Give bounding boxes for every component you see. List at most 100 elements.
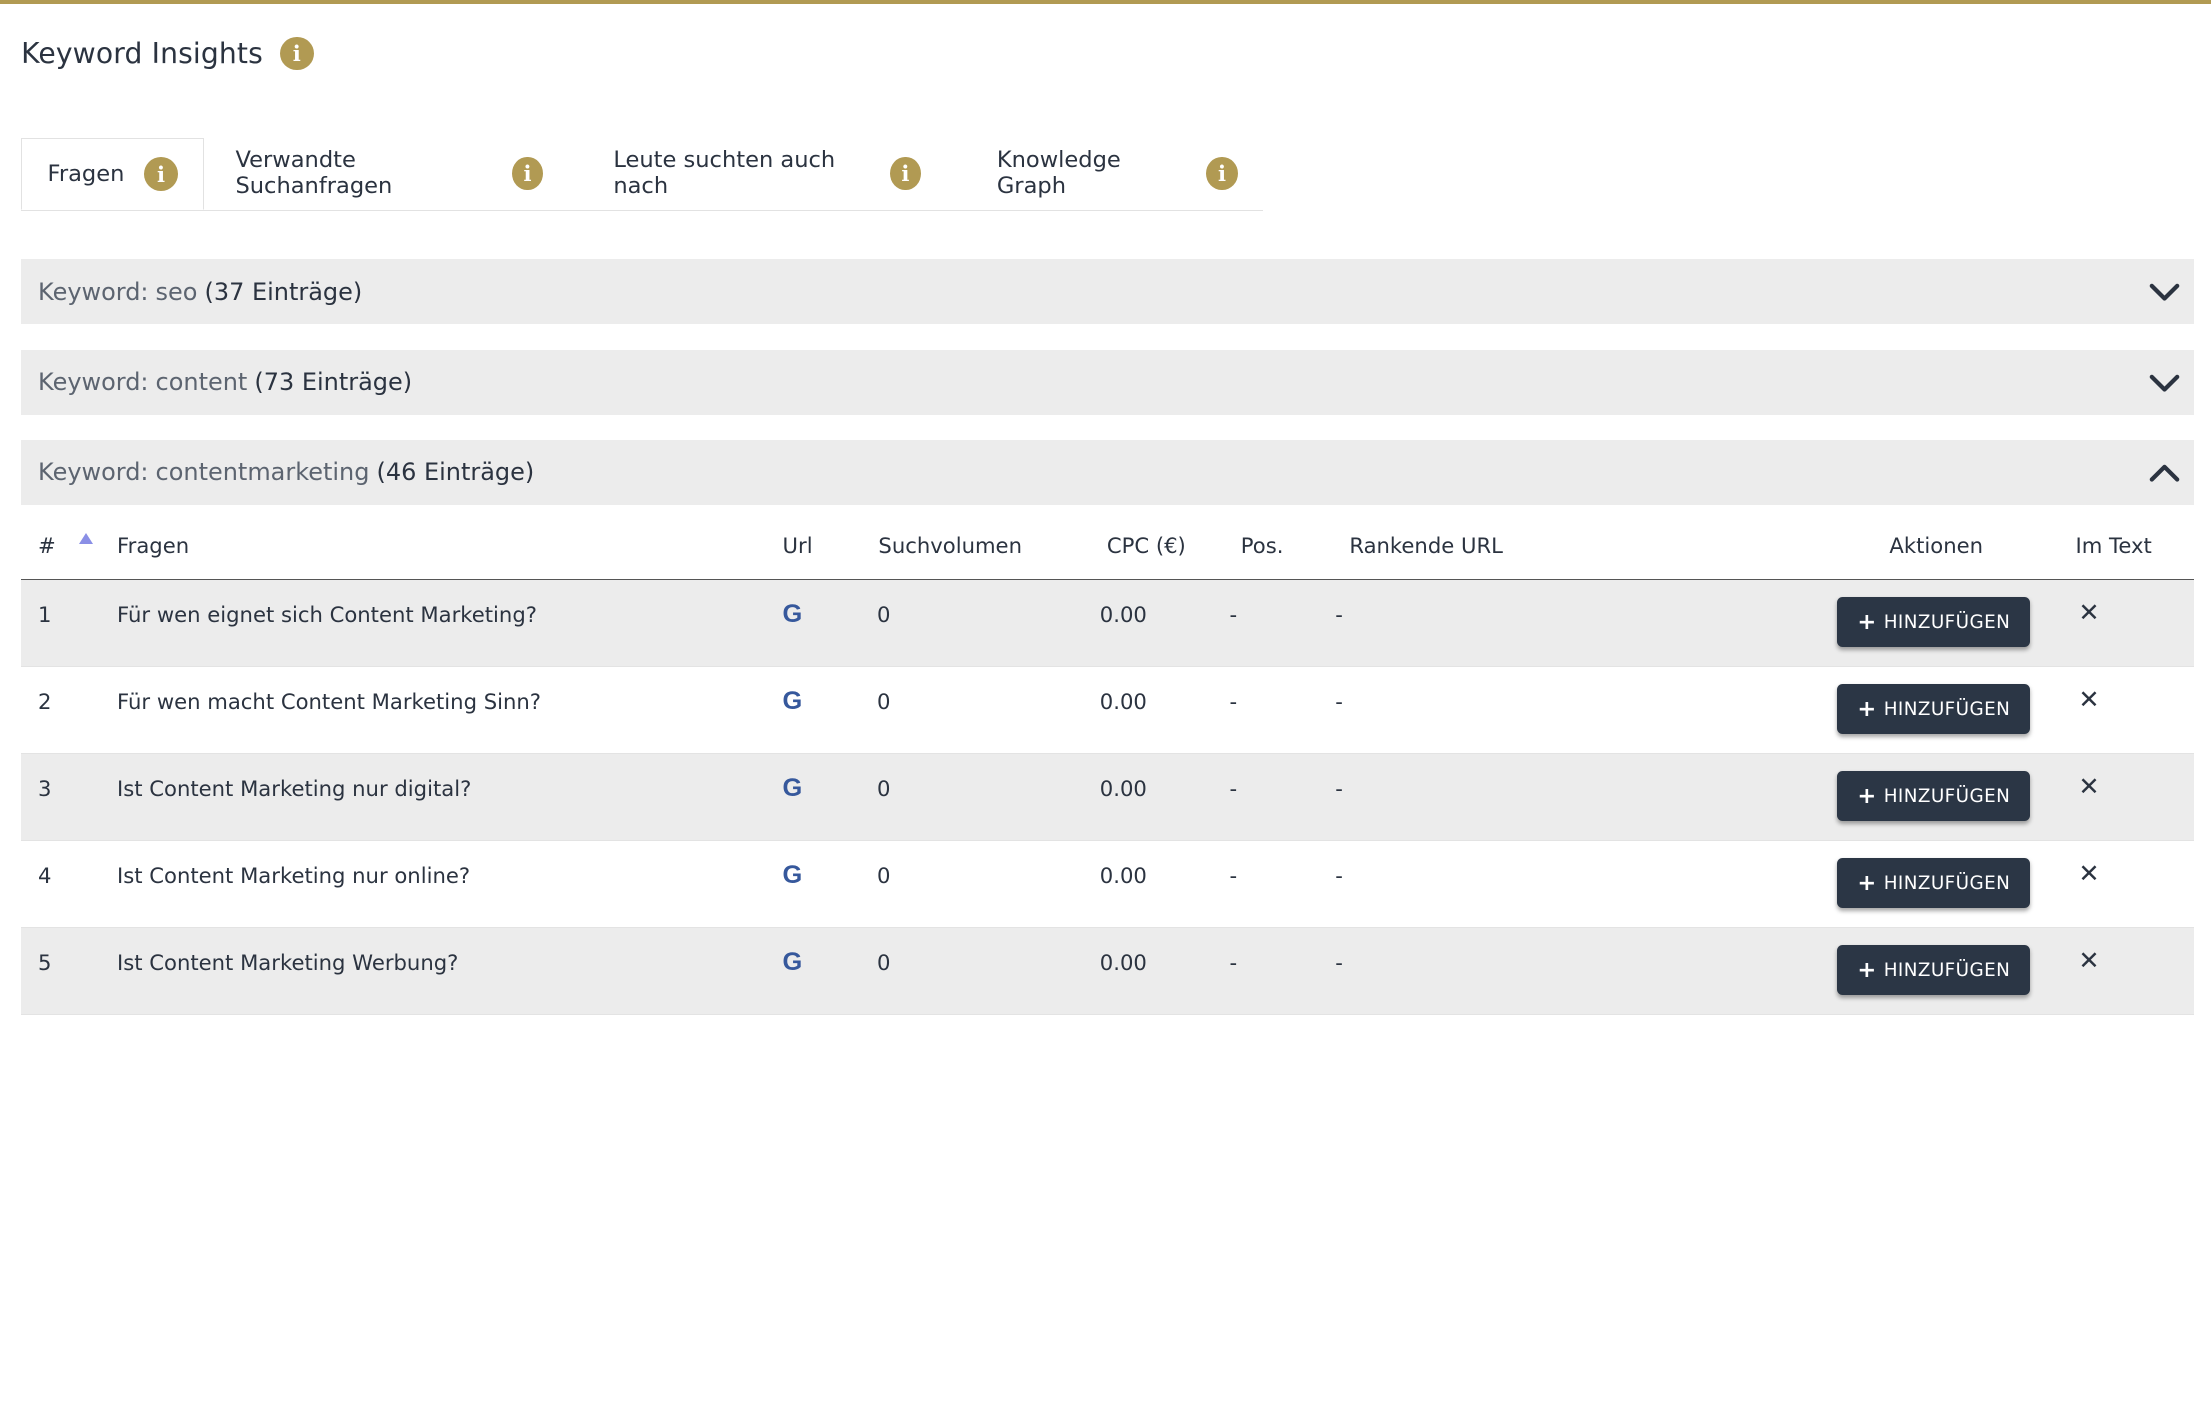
row-question: Ist Content Marketing Werbung? [117, 949, 459, 975]
keyword-count: (73 Einträge) [254, 368, 413, 397]
close-icon[interactable]: ✕ [2078, 858, 2099, 888]
close-icon[interactable]: ✕ [2078, 945, 2099, 975]
tab-knowledge-graph[interactable]: Knowledge Graph i [946, 138, 1263, 209]
table-row: 2 Für wen macht Content Marketing Sinn? … [21, 667, 2194, 755]
table-row: 3 Ist Content Marketing nur digital? G 0… [21, 754, 2194, 842]
row-cpc: 0.00 [1099, 601, 1147, 627]
row-suchvolumen: 0 [877, 775, 891, 801]
row-cpc: 0.00 [1099, 862, 1147, 888]
tab-label: Fragen [47, 161, 125, 188]
row-pos: - [1229, 688, 1238, 714]
google-icon[interactable]: G [783, 687, 803, 716]
keyword-panel-contentmarketing[interactable]: Keyword: contentmarketing (46 Einträge) [21, 439, 2194, 505]
tab-verwandte-suchanfragen[interactable]: Verwandte Suchanfragen i [204, 138, 568, 209]
tab-fragen[interactable]: Fragen i [21, 138, 205, 211]
row-pos: - [1229, 862, 1238, 888]
add-button-label: HINZUFÜGEN [1883, 611, 2011, 633]
table-header: # Fragen Url Suchvolumen CPC (€) Pos. Ra… [21, 505, 2194, 581]
add-button[interactable]: + HINZUFÜGEN [1837, 597, 2031, 647]
add-button[interactable]: + HINZUFÜGEN [1837, 945, 2031, 995]
keyword-count: (46 Einträge) [376, 458, 535, 487]
google-icon[interactable]: G [783, 600, 803, 629]
tab-label: Leute suchten auch nach [613, 147, 836, 200]
plus-icon: + [1857, 609, 1877, 636]
info-icon[interactable]: i [1205, 156, 1238, 191]
tab-bar: Fragen i Verwandte Suchanfragen i Leute … [21, 138, 1264, 212]
row-number: 3 [38, 775, 52, 801]
chevron-down-icon[interactable] [2149, 276, 2180, 307]
tab-leute-suchten-auch-nach[interactable]: Leute suchten auch nach i [568, 138, 946, 209]
keyword-prefix: Keyword: [38, 277, 149, 306]
table-row: 5 Ist Content Marketing Werbung? G 0 0.0… [21, 928, 2194, 1016]
table-row: 1 Für wen eignet sich Content Marketing?… [21, 580, 2194, 668]
tab-label: Knowledge Graph [996, 147, 1121, 200]
header-suchvolumen[interactable]: Suchvolumen [878, 533, 1022, 558]
plus-icon: + [1857, 957, 1877, 984]
row-rankende-url: - [1335, 601, 1343, 627]
header-cpc[interactable]: CPC (€) [1107, 533, 1186, 558]
row-suchvolumen: 0 [877, 862, 891, 888]
table-row: 4 Ist Content Marketing nur online? G 0 … [21, 841, 2194, 929]
close-icon[interactable]: ✕ [2078, 771, 2099, 801]
add-button[interactable]: + HINZUFÜGEN [1837, 684, 2031, 734]
row-pos: - [1229, 949, 1238, 975]
keyword-prefix: Keyword: [38, 458, 149, 487]
add-button-label: HINZUFÜGEN [1883, 959, 2011, 981]
plus-icon: + [1857, 783, 1877, 810]
keyword-name: contentmarketing [155, 458, 370, 487]
info-icon[interactable]: i [890, 156, 921, 191]
row-pos: - [1229, 601, 1238, 627]
info-icon[interactable]: i [144, 157, 178, 192]
row-question: Ist Content Marketing nur digital? [117, 775, 472, 801]
row-rankende-url: - [1335, 862, 1343, 888]
add-button-label: HINZUFÜGEN [1883, 785, 2011, 807]
header-im-text[interactable]: Im Text [2076, 533, 2152, 558]
row-number: 2 [38, 688, 52, 714]
row-cpc: 0.00 [1099, 775, 1147, 801]
keyword-panel-seo[interactable]: Keyword: seo (37 Einträge) [21, 259, 2194, 325]
header-pos[interactable]: Pos. [1241, 533, 1284, 558]
info-icon[interactable]: i [512, 156, 543, 191]
google-icon[interactable]: G [783, 774, 803, 803]
row-cpc: 0.00 [1099, 688, 1147, 714]
close-icon[interactable]: ✕ [2078, 597, 2099, 627]
row-suchvolumen: 0 [877, 688, 891, 714]
google-icon[interactable]: G [783, 861, 803, 890]
questions-table: # Fragen Url Suchvolumen CPC (€) Pos. Ra… [21, 505, 2194, 1016]
row-rankende-url: - [1335, 949, 1343, 975]
page-header: Keyword Insights i [21, 36, 314, 71]
google-icon[interactable]: G [783, 948, 803, 977]
row-number: 4 [38, 862, 52, 888]
top-accent-bar [0, 0, 2211, 5]
add-button[interactable]: + HINZUFÜGEN [1837, 771, 2031, 821]
row-question: Für wen macht Content Marketing Sinn? [117, 688, 542, 714]
header-rankende-url[interactable]: Rankende URL [1349, 533, 1503, 558]
add-button-label: HINZUFÜGEN [1883, 698, 2011, 720]
plus-icon: + [1857, 870, 1877, 897]
row-suchvolumen: 0 [877, 601, 891, 627]
keyword-insights-page: Keyword Insights i Fragen i Verwandte Su… [0, 0, 2211, 1016]
chevron-up-icon[interactable] [2149, 457, 2180, 488]
add-button[interactable]: + HINZUFÜGEN [1837, 858, 2031, 908]
chevron-down-icon[interactable] [2149, 367, 2180, 398]
header-fragen[interactable]: Fragen [117, 533, 189, 558]
row-question: Ist Content Marketing nur online? [117, 862, 471, 888]
page-title: Keyword Insights [21, 37, 263, 71]
keyword-prefix: Keyword: [38, 368, 149, 397]
row-rankende-url: - [1335, 688, 1343, 714]
info-icon[interactable]: i [279, 36, 314, 71]
row-number: 1 [38, 601, 52, 627]
row-suchvolumen: 0 [877, 949, 891, 975]
sort-asc-icon[interactable] [78, 533, 93, 544]
row-question: Für wen eignet sich Content Marketing? [117, 601, 537, 627]
close-icon[interactable]: ✕ [2078, 684, 2099, 714]
header-aktionen: Aktionen [1889, 532, 1983, 558]
row-number: 5 [38, 949, 52, 975]
header-num[interactable]: # [38, 533, 56, 558]
keyword-name: seo [155, 277, 198, 306]
keyword-panel-content[interactable]: Keyword: content (73 Einträge) [21, 349, 2194, 415]
plus-icon: + [1857, 696, 1877, 723]
header-url[interactable]: Url [783, 533, 813, 558]
tab-label: Verwandte Suchanfragen [235, 147, 393, 200]
row-rankende-url: - [1335, 775, 1343, 801]
